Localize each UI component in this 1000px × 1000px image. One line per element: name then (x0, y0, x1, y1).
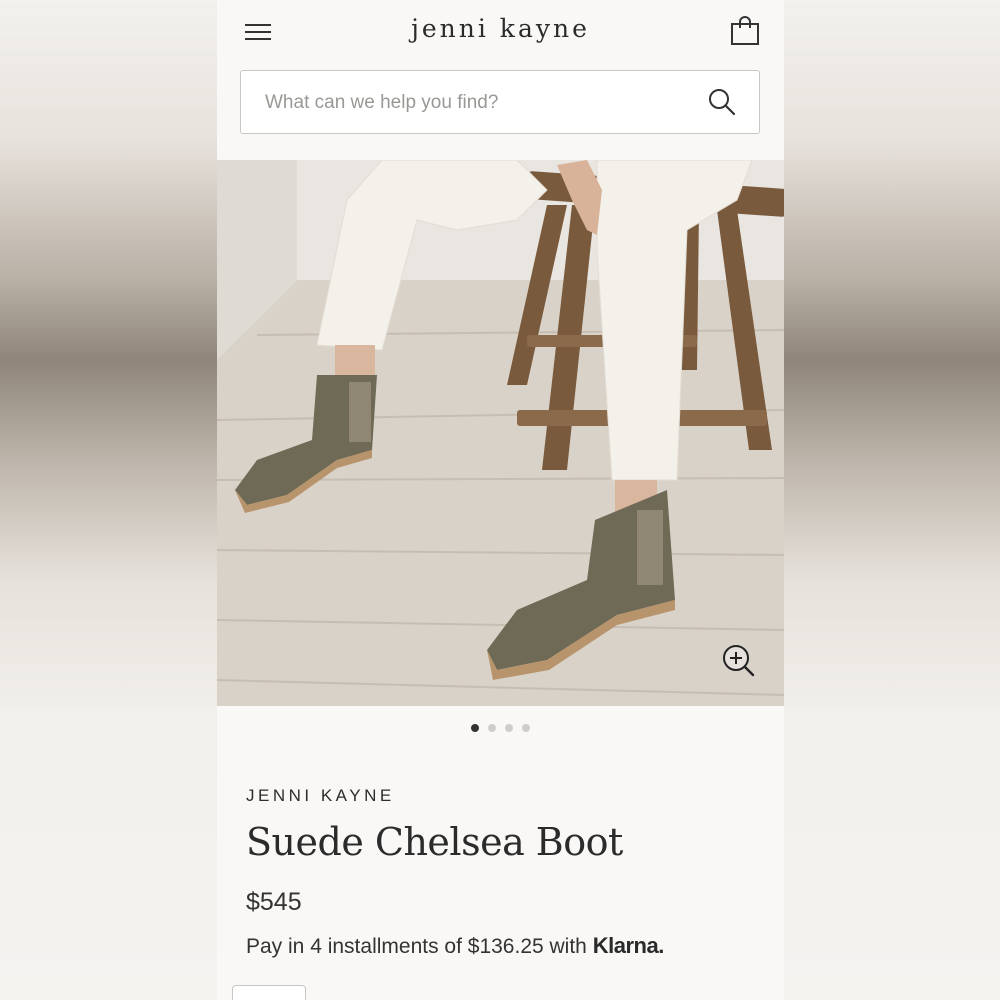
product-price: $545 (246, 888, 302, 916)
top-navigation-bar: jenni kayne (217, 0, 784, 62)
gallery-dot[interactable] (522, 724, 530, 732)
product-image[interactable] (217, 160, 784, 706)
gallery-dot[interactable] (488, 724, 496, 732)
shopping-bag-icon[interactable] (730, 14, 760, 46)
search-input[interactable] (263, 86, 687, 120)
size-option-button[interactable] (232, 985, 306, 1000)
klarna-logo[interactable]: Klarna. (593, 933, 665, 958)
gallery-dot[interactable] (471, 724, 479, 732)
klarna-installments: Pay in 4 installments of $136.25 with Kl… (246, 933, 664, 959)
product-title: Suede Chelsea Boot (246, 820, 623, 864)
gallery-pagination (217, 724, 784, 732)
product-page: jenni kayne What can we help you find? J… (217, 0, 784, 1000)
brand-logo[interactable]: jenni kayne (217, 14, 784, 43)
search-bar (240, 70, 760, 134)
search-icon[interactable] (707, 87, 737, 117)
installments-text: Pay in 4 installments of $136.25 with (246, 935, 587, 958)
zoom-in-icon[interactable] (722, 644, 756, 678)
gallery-dot[interactable] (505, 724, 513, 732)
product-brand[interactable]: JENNI KAYNE (246, 786, 395, 806)
product-photo-illustration (217, 160, 784, 706)
